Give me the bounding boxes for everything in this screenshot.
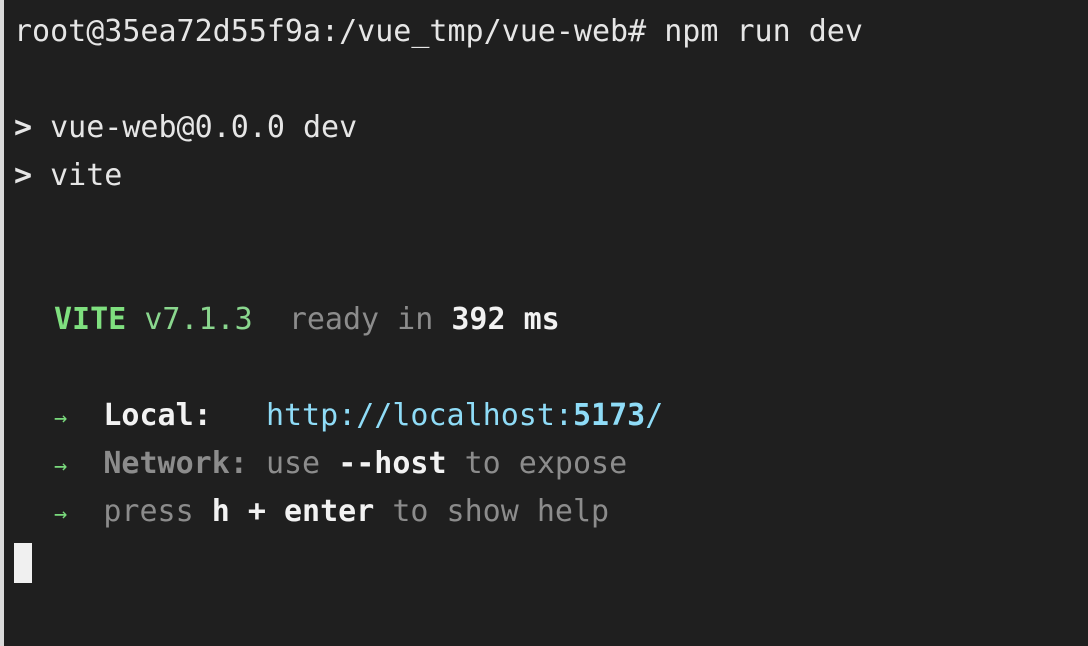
help-line: → press h + enter to show help	[14, 488, 609, 536]
network-flag: --host	[338, 446, 447, 481]
script-line-1-text: vue-web@0.0.0 dev	[50, 110, 358, 145]
local-url-line: → Local: http://localhost:5173/	[14, 392, 663, 440]
local-url-prefix: http://localhost:	[265, 398, 573, 433]
chevron-right-icon: >	[14, 110, 33, 145]
network-rest: to expose	[464, 446, 628, 481]
ready-text: ready in	[288, 302, 434, 337]
press-text: press	[103, 494, 194, 529]
local-url-port: 5173	[572, 398, 646, 433]
window-left-edge	[0, 0, 4, 646]
typed-command: npm run dev	[664, 14, 863, 49]
arrow-right-icon: →	[54, 454, 68, 479]
local-label: Local:	[103, 398, 212, 433]
script-line-2-text: vite	[50, 158, 123, 193]
arrow-right-icon: →	[54, 502, 68, 527]
ready-unit: ms	[523, 302, 560, 337]
text-cursor[interactable]	[14, 543, 32, 583]
vite-banner: VITE v7.1.3 ready in 392 ms	[14, 296, 560, 344]
local-url-link[interactable]: http://localhost:5173/	[266, 398, 663, 433]
script-line-1: > vue-web@0.0.0 dev	[14, 104, 357, 152]
terminal-window[interactable]: root@35ea72d55f9a:/vue_tmp/vue-web# npm …	[0, 0, 1088, 646]
chevron-right-icon: >	[14, 158, 33, 193]
vite-version: v7.1.3	[144, 302, 253, 337]
help-key: h + enter	[211, 494, 375, 529]
network-use: use	[265, 446, 321, 481]
arrow-right-icon: →	[54, 406, 68, 431]
network-label: Network:	[103, 446, 248, 481]
help-rest: to show help	[392, 494, 610, 529]
network-line: → Network: use --host to expose	[14, 440, 627, 488]
ready-time: 392	[451, 302, 506, 337]
vite-name: VITE	[54, 302, 127, 337]
script-line-2: > vite	[14, 152, 122, 200]
shell-prompt: root@35ea72d55f9a:/vue_tmp/vue-web#	[14, 14, 647, 49]
command-line: root@35ea72d55f9a:/vue_tmp/vue-web# npm …	[14, 8, 863, 56]
local-url-suffix: /	[645, 398, 664, 433]
